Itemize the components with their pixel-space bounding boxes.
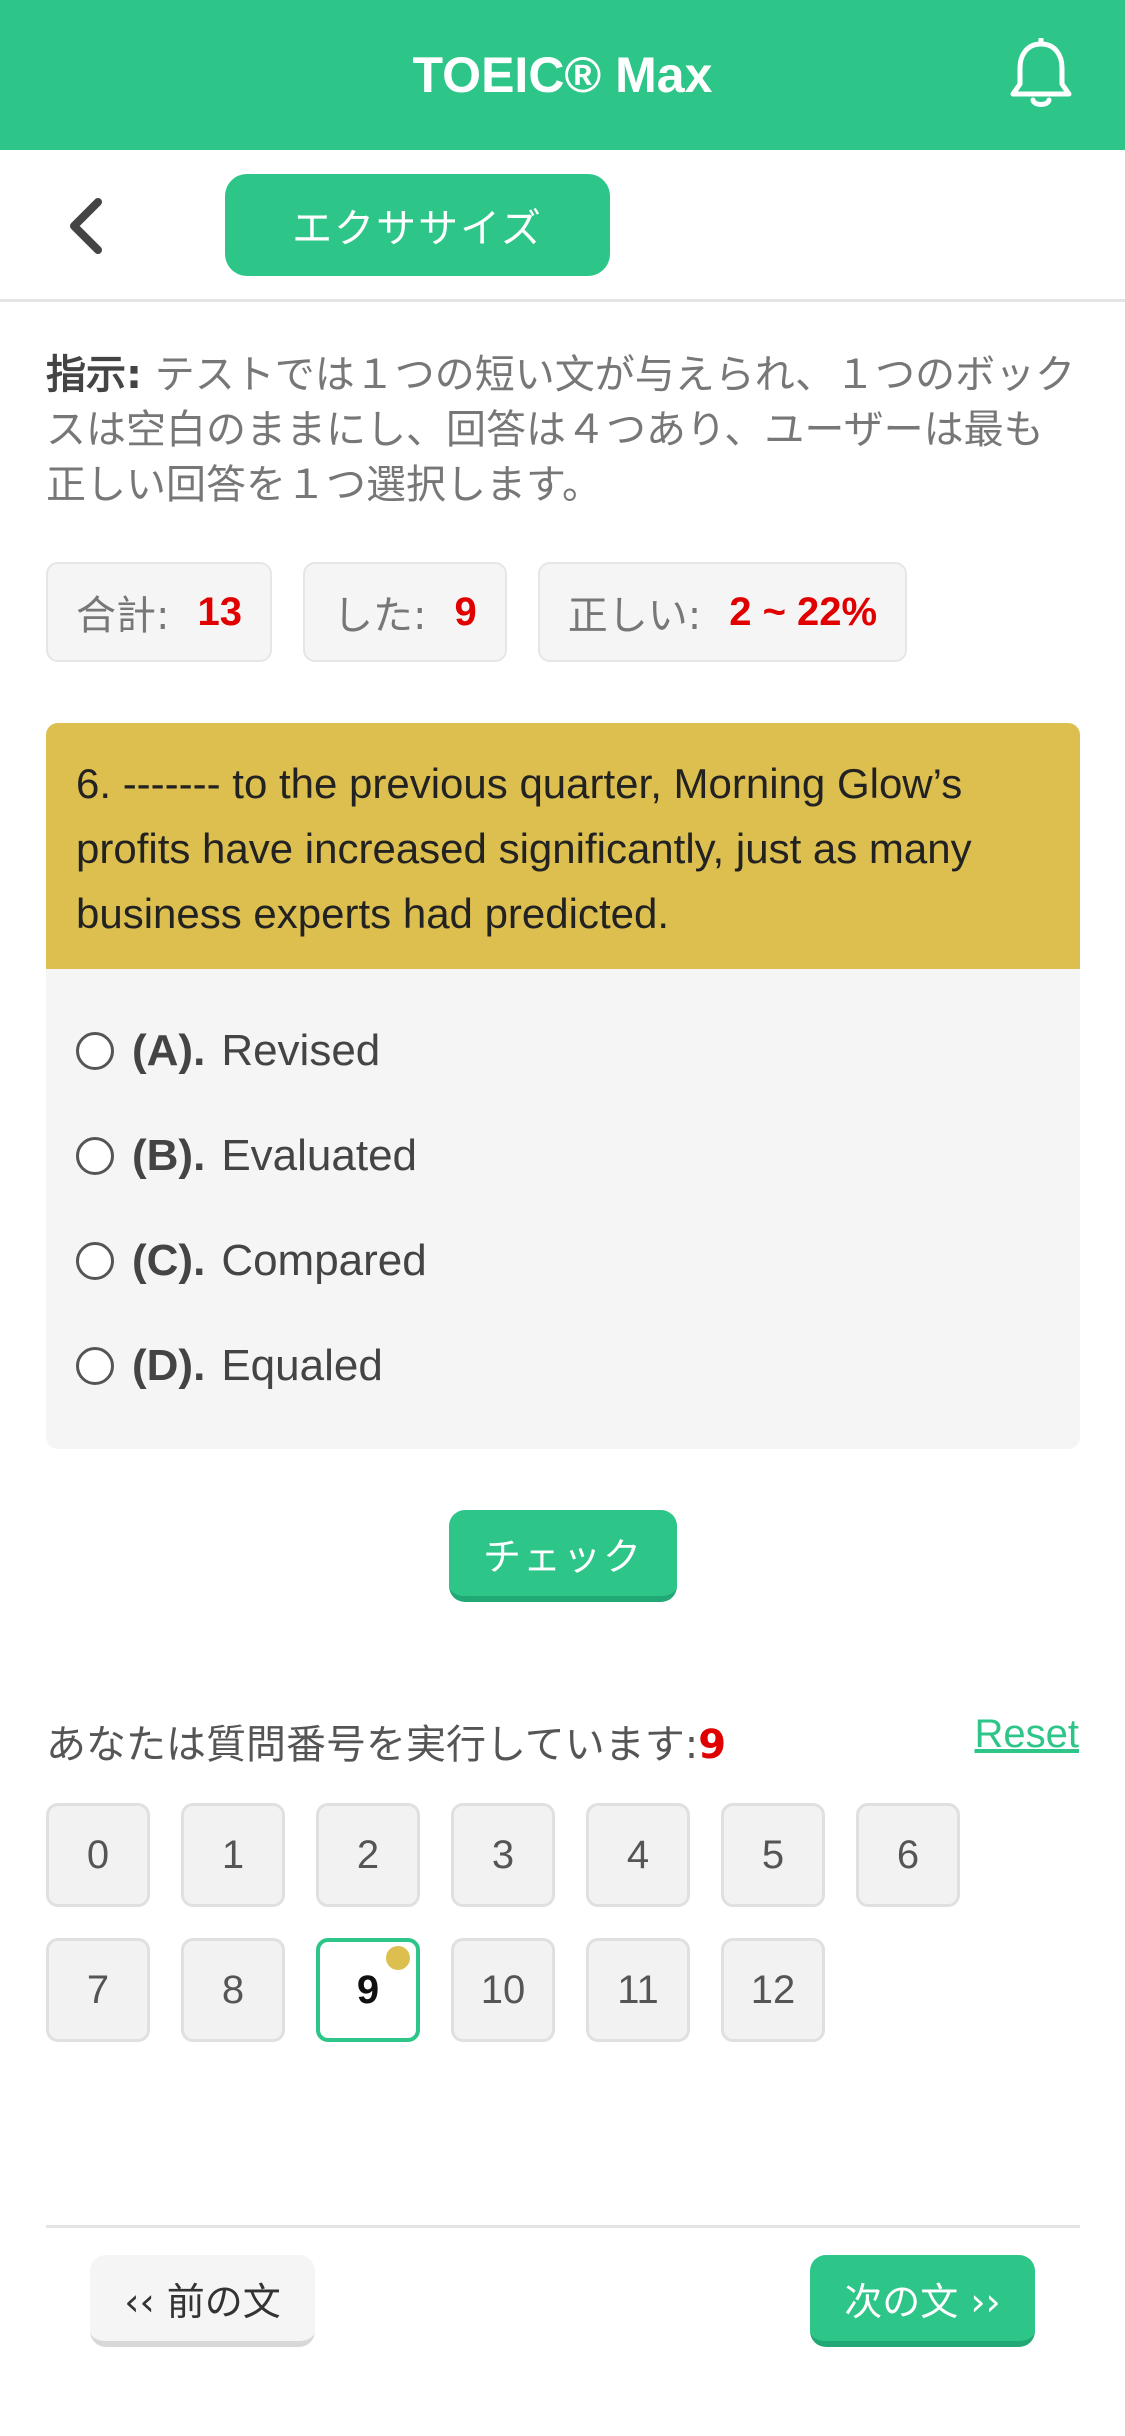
app-title: TOEIC® Max — [412, 47, 713, 103]
stat-correct-label: 正しい: — [567, 593, 702, 639]
question-number-label: 3 — [491, 1832, 515, 1877]
question-number-button[interactable]: 2 — [316, 1803, 420, 1907]
question-number-button[interactable]: 3 — [451, 1803, 555, 1907]
question-number-button[interactable]: 11 — [586, 1938, 690, 2042]
option-a-letter: (A). — [132, 1026, 206, 1075]
question-card: 6. ------- to the previous quarter, Morn… — [46, 723, 1080, 1449]
option-c-text: Compared — [221, 1236, 427, 1285]
question-number-label: 10 — [480, 1967, 526, 2012]
option-d-radio[interactable] — [76, 1347, 114, 1385]
option-a-text: Revised — [221, 1026, 381, 1075]
question-number-label: 8 — [221, 1967, 245, 2012]
stat-done-value: 9 — [454, 589, 477, 634]
progress-current: 9 — [698, 1722, 727, 1768]
stat-done-label: した: — [332, 593, 427, 639]
question-number-label: 5 — [761, 1832, 785, 1877]
question-number-label: 9 — [356, 1967, 380, 2012]
app-header: TOEIC® Max — [0, 0, 1125, 150]
option-c-radio[interactable] — [76, 1242, 114, 1280]
question-number-label: 11 — [617, 1967, 659, 2012]
progress-line: あなたは質問番号を実行しています:9 — [46, 1712, 726, 1770]
question-number-button[interactable]: 10 — [451, 1938, 555, 2042]
question-number-button[interactable]: 0 — [46, 1803, 150, 1907]
question-number-label: 12 — [750, 1967, 796, 2012]
question-number-button[interactable]: 7 — [46, 1938, 150, 2042]
next-sentence-button[interactable]: 次の文 ›› — [810, 2255, 1035, 2347]
option-d-text: Equaled — [221, 1341, 383, 1390]
question-number-label: 4 — [626, 1832, 650, 1877]
question-number-label: 7 — [86, 1967, 110, 2012]
nav-bar: エクササイズ — [0, 150, 1125, 302]
tab-exercise[interactable]: エクササイズ — [225, 174, 610, 276]
option-c-letter: (C). — [132, 1236, 206, 1285]
option-c[interactable]: (C). Compared — [76, 1226, 427, 1296]
check-button[interactable]: チェック — [449, 1510, 677, 1602]
question-number-label: 1 — [221, 1832, 245, 1877]
question-number-label: 0 — [86, 1832, 110, 1877]
question-number-label: 2 — [356, 1832, 380, 1877]
instructions-text: テストでは１つの短い文が与えられ、１つのボックスは空白のままにし、回答は４つあり… — [46, 352, 1076, 508]
question-number-button[interactable]: 1 — [181, 1803, 285, 1907]
stat-correct: 正しい: 2 ~ 22% — [537, 562, 908, 662]
current-indicator-dot — [386, 1946, 410, 1970]
question-number-button[interactable]: 5 — [721, 1803, 825, 1907]
option-d-letter: (D). — [132, 1341, 206, 1390]
question-number-button[interactable]: 12 — [721, 1938, 825, 2042]
instructions-label: 指示: — [46, 352, 142, 398]
stats-bar: 合計: 13 した: 9 正しい: 2 ~ 22% — [46, 562, 908, 662]
prev-sentence-button[interactable]: ‹‹ 前の文 — [90, 2255, 315, 2347]
question-number-button[interactable]: 8 — [181, 1938, 285, 2042]
stat-done: した: 9 — [302, 562, 507, 662]
stat-total-label: 合計: — [76, 593, 170, 639]
option-b-letter: (B). — [132, 1131, 206, 1180]
stat-total: 合計: 13 — [46, 562, 272, 662]
option-b-text: Evaluated — [221, 1131, 418, 1180]
question-number-button[interactable]: 9 — [316, 1938, 420, 2042]
option-b[interactable]: (B). Evaluated — [76, 1121, 417, 1191]
stat-total-value: 13 — [197, 589, 242, 634]
question-number-label: 6 — [896, 1832, 920, 1877]
question-number-button[interactable]: 4 — [586, 1803, 690, 1907]
divider — [46, 2225, 1080, 2228]
chevron-left-icon[interactable] — [60, 194, 120, 258]
question-text: 6. ------- to the previous quarter, Morn… — [46, 723, 1080, 969]
option-a-radio[interactable] — [76, 1032, 114, 1070]
stat-correct-value: 2 ~ 22% — [729, 589, 878, 634]
option-d[interactable]: (D). Equaled — [76, 1331, 383, 1401]
progress-label: あなたは質問番号を実行しています: — [46, 1722, 699, 1768]
option-a[interactable]: (A). Revised — [76, 1016, 380, 1086]
question-number-button[interactable]: 6 — [856, 1803, 960, 1907]
option-b-radio[interactable] — [76, 1137, 114, 1175]
reset-link[interactable]: Reset — [975, 1712, 1080, 1757]
bell-icon[interactable] — [1005, 38, 1077, 112]
instructions: 指示: テストでは１つの短い文が与えられ、１つのボックスは空白のままにし、回答は… — [46, 348, 1081, 513]
